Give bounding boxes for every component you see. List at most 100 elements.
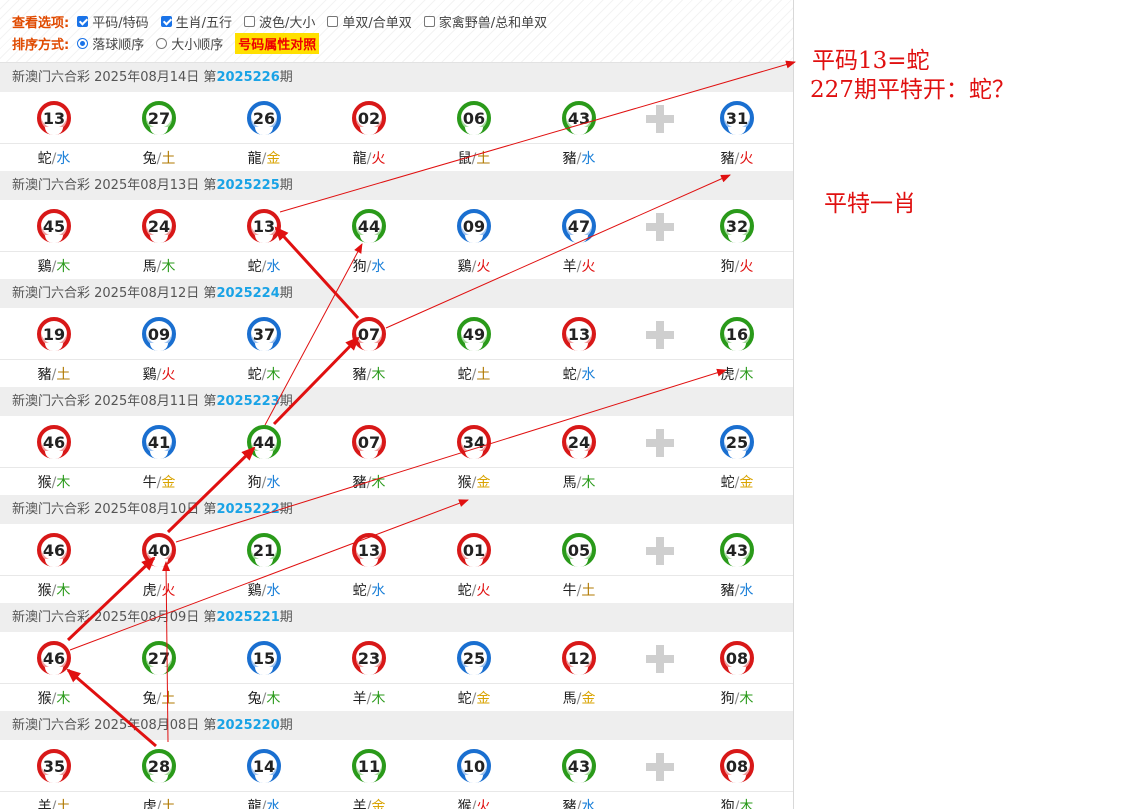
element: 水: [581, 799, 596, 809]
element: 金: [371, 799, 386, 809]
zodiac: 狗: [720, 799, 735, 809]
balls-row: 46 41 44 07 34 24 25: [0, 416, 793, 468]
view-option-2[interactable]: 波色/大小: [243, 12, 316, 31]
element: 木: [739, 367, 754, 383]
view-option-label: 波色/大小: [258, 15, 316, 31]
compare-attributes-button[interactable]: 号码属性对照: [235, 32, 320, 54]
issue-number[interactable]: 2025226: [216, 70, 279, 85]
number-ball: 46: [37, 641, 71, 675]
zodiac-element-label: 猴/木: [24, 472, 84, 492]
special-number-ball: 31: [720, 101, 754, 135]
zodiac-element-label: 鼠/土: [444, 148, 504, 168]
zodiac: 豬: [720, 583, 735, 599]
zodiac-element-label: 虎/土: [129, 796, 189, 809]
element: 金: [161, 475, 176, 491]
zodiac: 蛇: [352, 583, 367, 599]
element: 木: [739, 691, 754, 707]
issue-suffix: 期: [279, 610, 293, 625]
number-ball: 27: [142, 641, 176, 675]
issue-number[interactable]: 2025222: [216, 502, 279, 517]
sort-option-0[interactable]: 落球顺序: [77, 34, 144, 53]
balls-row: 45 24 13 44 09 47 32: [0, 200, 793, 252]
draw-header: 新澳门六合彩 2025年08月14日 第2025226期: [0, 63, 793, 92]
number-ball: 35: [37, 749, 71, 783]
zodiac: 牛: [142, 475, 157, 491]
number-ball: 26: [247, 101, 281, 135]
plus-icon: [646, 105, 674, 133]
number-ball: 09: [142, 317, 176, 351]
plus-icon: [646, 753, 674, 781]
issue-suffix: 期: [279, 178, 293, 193]
issue-number[interactable]: 2025225: [216, 178, 279, 193]
checkbox-icon[interactable]: [243, 15, 255, 27]
element: 土: [56, 799, 71, 809]
element: 木: [56, 259, 71, 275]
zodiac: 蛇: [247, 259, 262, 275]
view-option-3[interactable]: 单双/合单双: [327, 12, 412, 31]
issue-suffix: 期: [279, 286, 293, 301]
issue-number[interactable]: 2025223: [216, 394, 279, 409]
element: 木: [56, 583, 71, 599]
element: 水: [371, 259, 386, 275]
radio-icon[interactable]: [77, 37, 89, 49]
element: 金: [266, 151, 281, 167]
view-option-1[interactable]: 生肖/五行: [160, 12, 232, 31]
element: 水: [371, 583, 386, 599]
number-ball: 46: [37, 533, 71, 567]
number-ball: 44: [247, 425, 281, 459]
number-ball: 43: [562, 101, 596, 135]
checkbox-icon[interactable]: [423, 15, 435, 27]
sort-option-1[interactable]: 大小顺序: [156, 34, 223, 53]
draw-title: 新澳门六合彩 2025年08月09日 第: [12, 610, 217, 625]
zodiac: 鷄: [142, 367, 157, 383]
issue-number[interactable]: 2025224: [216, 286, 279, 301]
checkbox-icon[interactable]: [160, 15, 172, 27]
issue-number[interactable]: 2025220: [216, 718, 279, 733]
zodiac: 豬: [562, 151, 577, 167]
view-options-label: 查看选项:: [12, 15, 70, 31]
zodiac: 蛇: [37, 151, 52, 167]
element: 金: [476, 475, 491, 491]
zodiac: 羊: [37, 799, 52, 809]
view-option-4[interactable]: 家禽野兽/总和单双: [423, 12, 547, 31]
zodiac-element-label: 龍/火: [339, 148, 399, 168]
zodiac: 龍: [247, 799, 262, 809]
plus-icon: [646, 645, 674, 673]
zodiac: 牛: [562, 583, 577, 599]
number-ball: 09: [457, 209, 491, 243]
zodiac-element-label: 兔/土: [129, 688, 189, 708]
sort-options-row: 排序方式: 落球顺序 大小顺序 号码属性对照: [12, 32, 793, 54]
zodiac-element-label: 豬/水: [707, 580, 767, 600]
element: 水: [739, 583, 754, 599]
zodiac-element-label: 蛇/金: [707, 472, 767, 492]
zodiac-element-label: 鷄/水: [234, 580, 294, 600]
zodiac: 蛇: [720, 475, 735, 491]
zodiac-element-label: 蛇/水: [339, 580, 399, 600]
radio-icon[interactable]: [156, 37, 168, 49]
attributes-row: 豬/土 鷄/火 蛇/木 豬/木 蛇/土 蛇/水 虎/木: [0, 360, 793, 387]
element: 金: [581, 691, 596, 707]
number-ball: 05: [562, 533, 596, 567]
zodiac: 狗: [720, 259, 735, 275]
checkbox-icon[interactable]: [77, 15, 89, 27]
zodiac-element-label: 羊/木: [339, 688, 399, 708]
number-ball: 14: [247, 749, 281, 783]
zodiac: 兔: [142, 691, 157, 707]
annotation-note-3: 平特一肖: [824, 191, 916, 217]
zodiac-element-label: 猴/木: [24, 580, 84, 600]
zodiac-element-label: 蛇/火: [444, 580, 504, 600]
number-ball: 06: [457, 101, 491, 135]
checkbox-icon[interactable]: [327, 15, 339, 27]
results-panel: 查看选项: 平码/特码 生肖/五行 波色/大小 单双/合单双 家禽野兽/总和单双 排序方…: [0, 0, 794, 809]
zodiac-element-label: 蛇/水: [549, 364, 609, 384]
number-ball: 07: [352, 317, 386, 351]
element: 火: [739, 259, 754, 275]
element: 土: [581, 583, 596, 599]
issue-number[interactable]: 2025221: [216, 610, 279, 625]
number-ball: 28: [142, 749, 176, 783]
number-ball: 12: [562, 641, 596, 675]
element: 火: [581, 259, 596, 275]
view-option-0[interactable]: 平码/特码: [77, 12, 149, 31]
zodiac: 虎: [142, 799, 157, 809]
zodiac-element-label: 馬/木: [549, 472, 609, 492]
